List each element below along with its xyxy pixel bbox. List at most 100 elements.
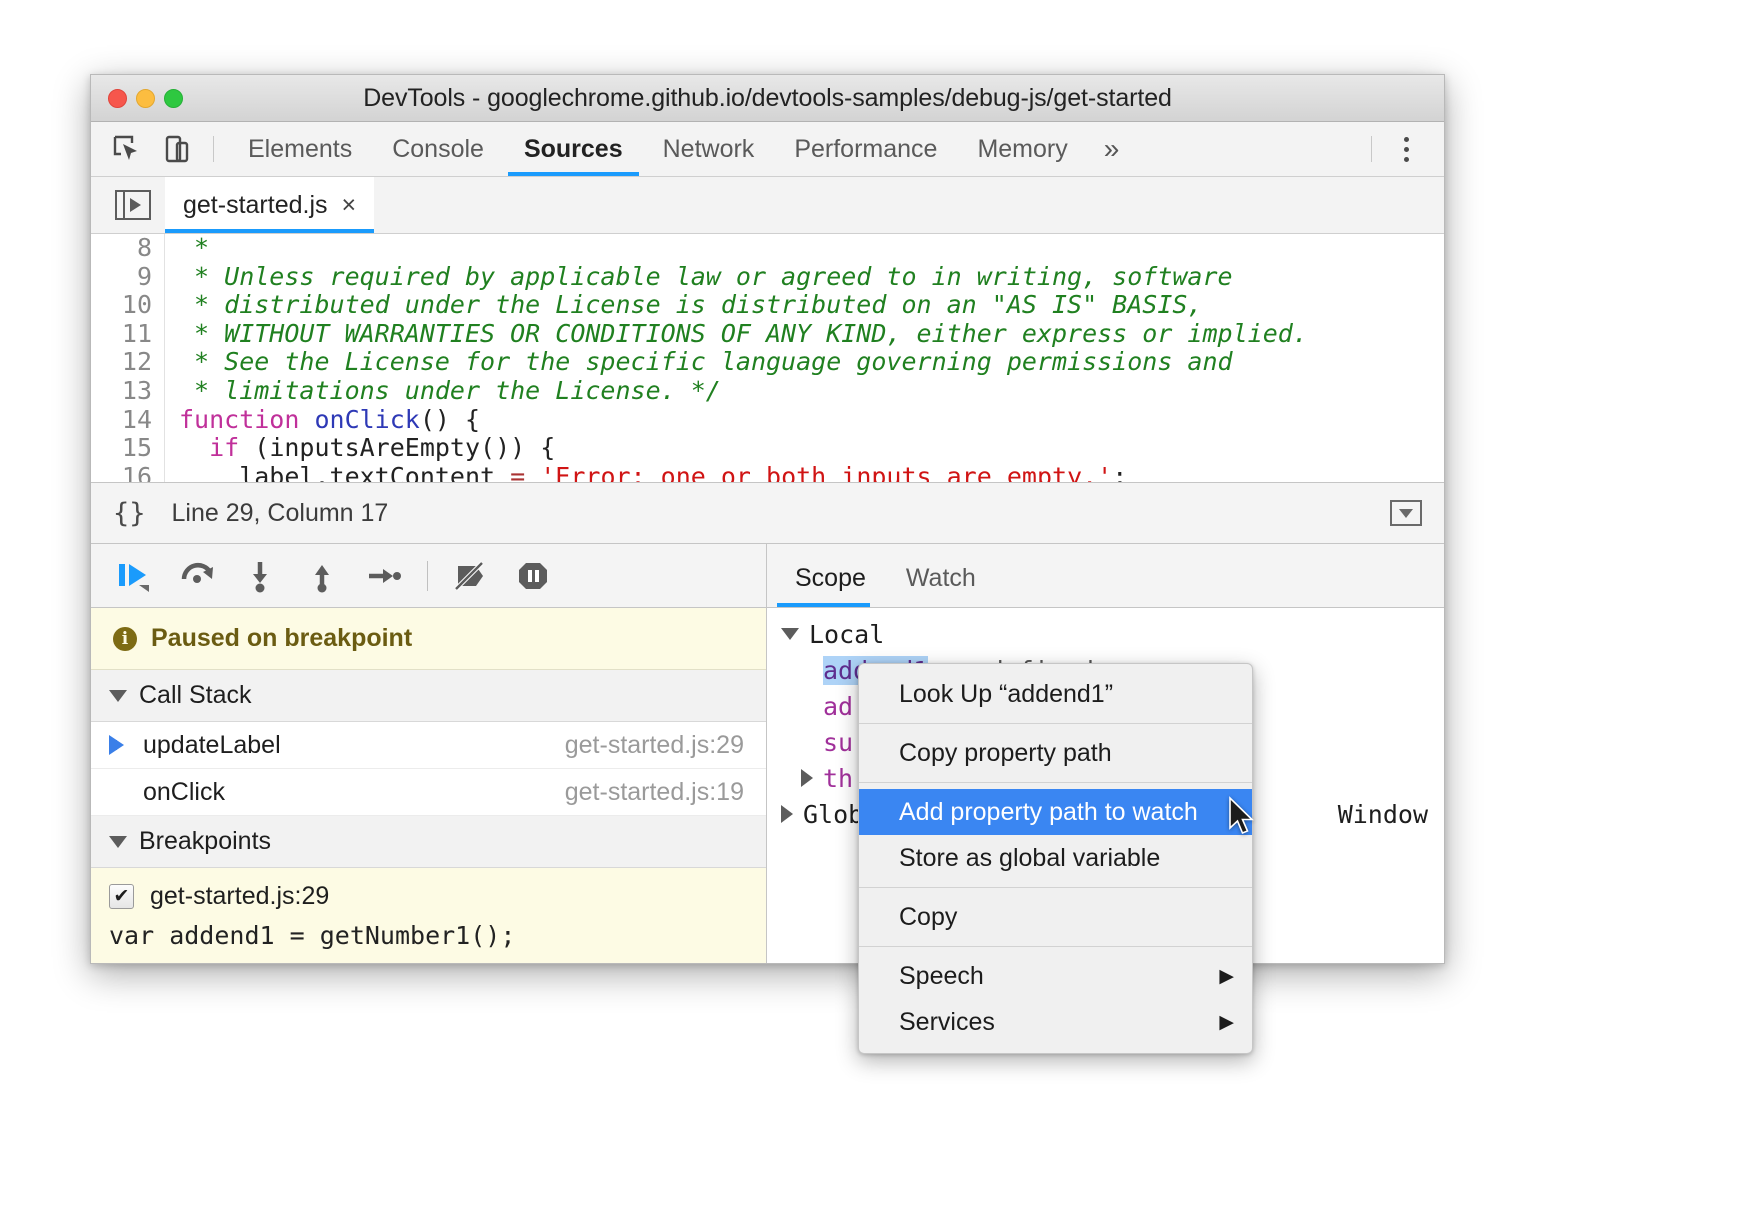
line-content: if (inputsAreEmpty()) { xyxy=(165,434,555,463)
step-out-icon[interactable] xyxy=(291,548,353,604)
context-menu-item-add-property-path-to-watch[interactable]: Add property path to watch xyxy=(859,789,1252,835)
tab-network[interactable]: Network xyxy=(643,122,775,176)
window-controls xyxy=(108,89,183,108)
code-line: 11 * WITHOUT WARRANTIES OR CONDITIONS OF… xyxy=(91,320,1444,349)
file-tab-label: get-started.js xyxy=(183,191,328,220)
code-line: 8 * xyxy=(91,234,1444,263)
toolbar-divider-right xyxy=(1371,136,1372,162)
line-content: label.textContent = 'Error: one or both … xyxy=(165,463,1127,482)
context-menu-separator xyxy=(859,782,1252,783)
debugger-controls-toolbar xyxy=(91,544,766,608)
chevron-down-icon xyxy=(109,690,127,702)
scope-group-value: Window xyxy=(1338,800,1428,829)
property-name: th xyxy=(823,764,853,793)
code-line: 13 * limitations under the License. */ xyxy=(91,377,1444,406)
property-name: su xyxy=(823,728,853,757)
chevron-down-icon xyxy=(781,628,799,640)
line-content: * distributed under the License is distr… xyxy=(165,291,1203,320)
code-line: 9 * Unless required by applicable law or… xyxy=(91,263,1444,292)
submenu-arrow-icon: ▶ xyxy=(1219,965,1234,988)
context-menu-item-services[interactable]: Services ▶ xyxy=(859,999,1252,1045)
breakpoints-section-header[interactable]: Breakpoints xyxy=(91,816,766,868)
editor-status-bar: {} Line 29, Column 17 xyxy=(91,482,1444,544)
line-number: 12 xyxy=(91,348,165,377)
info-icon: i xyxy=(113,627,137,651)
breakpoint-source-snippet: var addend1 = getNumber1(); xyxy=(109,921,748,950)
line-number: 14 xyxy=(91,406,165,435)
call-stack-title: Call Stack xyxy=(139,681,252,710)
context-menu-item-speech[interactable]: Speech ▶ xyxy=(859,953,1252,999)
code-line: 14function onClick() { xyxy=(91,406,1444,435)
frame-location: get-started.js:29 xyxy=(565,731,744,760)
context-menu-separator xyxy=(859,946,1252,947)
scope-watch-tabstrip: Scope Watch xyxy=(767,544,1444,608)
context-menu-item-copy[interactable]: Copy xyxy=(859,894,1252,940)
cursor-position-label: Line 29, Column 17 xyxy=(172,499,389,528)
scope-group-local[interactable]: Local xyxy=(767,616,1444,652)
tab-elements[interactable]: Elements xyxy=(228,122,372,176)
call-stack-frame-updatelabel[interactable]: updateLabel get-started.js:29 xyxy=(91,722,766,769)
context-menu: Look Up “addend1” Copy property path Add… xyxy=(858,663,1253,1054)
breakpoint-location: get-started.js:29 xyxy=(150,882,329,911)
show-navigator-icon[interactable] xyxy=(115,190,151,220)
call-stack-section-header[interactable]: Call Stack xyxy=(91,670,766,722)
line-content: * limitations under the License. */ xyxy=(165,377,721,406)
step-into-icon[interactable] xyxy=(229,548,291,604)
tab-console[interactable]: Console xyxy=(372,122,504,176)
tab-sources[interactable]: Sources xyxy=(504,122,643,176)
line-number: 15 xyxy=(91,434,165,463)
toolbar-right-group xyxy=(1357,127,1444,171)
toolbar-divider xyxy=(213,136,214,162)
breakpoint-enabled-checkbox[interactable]: ✔ xyxy=(109,884,134,909)
context-menu-item-store-as-global-variable[interactable]: Store as global variable xyxy=(859,835,1252,881)
more-tabs-chevron-icon[interactable]: » xyxy=(1088,122,1136,176)
resume-icon[interactable] xyxy=(105,548,167,604)
context-menu-item-label: Services xyxy=(899,1008,995,1037)
context-menu-separator xyxy=(859,887,1252,888)
context-menu-item-copy-property-path[interactable]: Copy property path xyxy=(859,730,1252,776)
device-toolbar-icon[interactable] xyxy=(155,127,199,171)
pretty-print-icon[interactable]: {} xyxy=(113,498,146,529)
debugger-left-pane: i Paused on breakpoint Call Stack update… xyxy=(91,544,767,964)
property-name: ad xyxy=(823,692,853,721)
breakpoint-header-row: ✔ get-started.js:29 xyxy=(109,882,748,911)
line-number: 9 xyxy=(91,263,165,292)
devtools-panel-tabs: Elements Console Sources Network Perform… xyxy=(228,122,1135,176)
line-content: * xyxy=(165,234,209,263)
frame-function-name: onClick xyxy=(143,778,225,807)
breakpoints-title: Breakpoints xyxy=(139,827,271,856)
collapse-drawer-icon[interactable] xyxy=(1390,500,1422,526)
maximize-window-button[interactable] xyxy=(164,89,183,108)
line-content: * See the License for the specific langu… xyxy=(165,348,1233,377)
tab-scope[interactable]: Scope xyxy=(775,564,886,607)
tab-memory[interactable]: Memory xyxy=(957,122,1087,176)
line-number: 8 xyxy=(91,234,165,263)
code-line: 16 label.textContent = 'Error: one or bo… xyxy=(91,463,1444,482)
code-line: 12 * See the License for the specific la… xyxy=(91,348,1444,377)
step-over-icon[interactable] xyxy=(167,548,229,604)
source-code-editor[interactable]: 8 * 9 * Unless required by applicable la… xyxy=(91,234,1444,482)
line-number: 11 xyxy=(91,320,165,349)
code-line: 15 if (inputsAreEmpty()) { xyxy=(91,434,1444,463)
paused-on-breakpoint-banner: i Paused on breakpoint xyxy=(91,608,766,670)
line-content: * Unless required by applicable law or a… xyxy=(165,263,1233,292)
current-frame-arrow-icon xyxy=(109,735,135,755)
file-tab-get-started-js[interactable]: get-started.js × xyxy=(165,177,374,233)
step-icon[interactable] xyxy=(353,548,415,604)
line-number: 13 xyxy=(91,377,165,406)
pause-on-exceptions-icon[interactable] xyxy=(502,548,564,604)
close-icon[interactable]: × xyxy=(342,191,357,220)
context-menu-item-look-up[interactable]: Look Up “addend1” xyxy=(859,671,1252,717)
minimize-window-button[interactable] xyxy=(136,89,155,108)
inspect-element-icon[interactable] xyxy=(105,127,149,171)
call-stack-frame-onclick[interactable]: onClick get-started.js:19 xyxy=(91,769,766,816)
deactivate-breakpoints-icon[interactable] xyxy=(440,548,502,604)
more-options-icon[interactable] xyxy=(1386,127,1426,171)
chevron-right-icon xyxy=(781,805,793,823)
submenu-arrow-icon: ▶ xyxy=(1219,1011,1234,1034)
close-window-button[interactable] xyxy=(108,89,127,108)
breakpoint-list-item[interactable]: ✔ get-started.js:29 var addend1 = getNum… xyxy=(91,868,766,964)
frame-location: get-started.js:19 xyxy=(565,778,744,807)
tab-watch[interactable]: Watch xyxy=(886,564,996,607)
tab-performance[interactable]: Performance xyxy=(774,122,957,176)
